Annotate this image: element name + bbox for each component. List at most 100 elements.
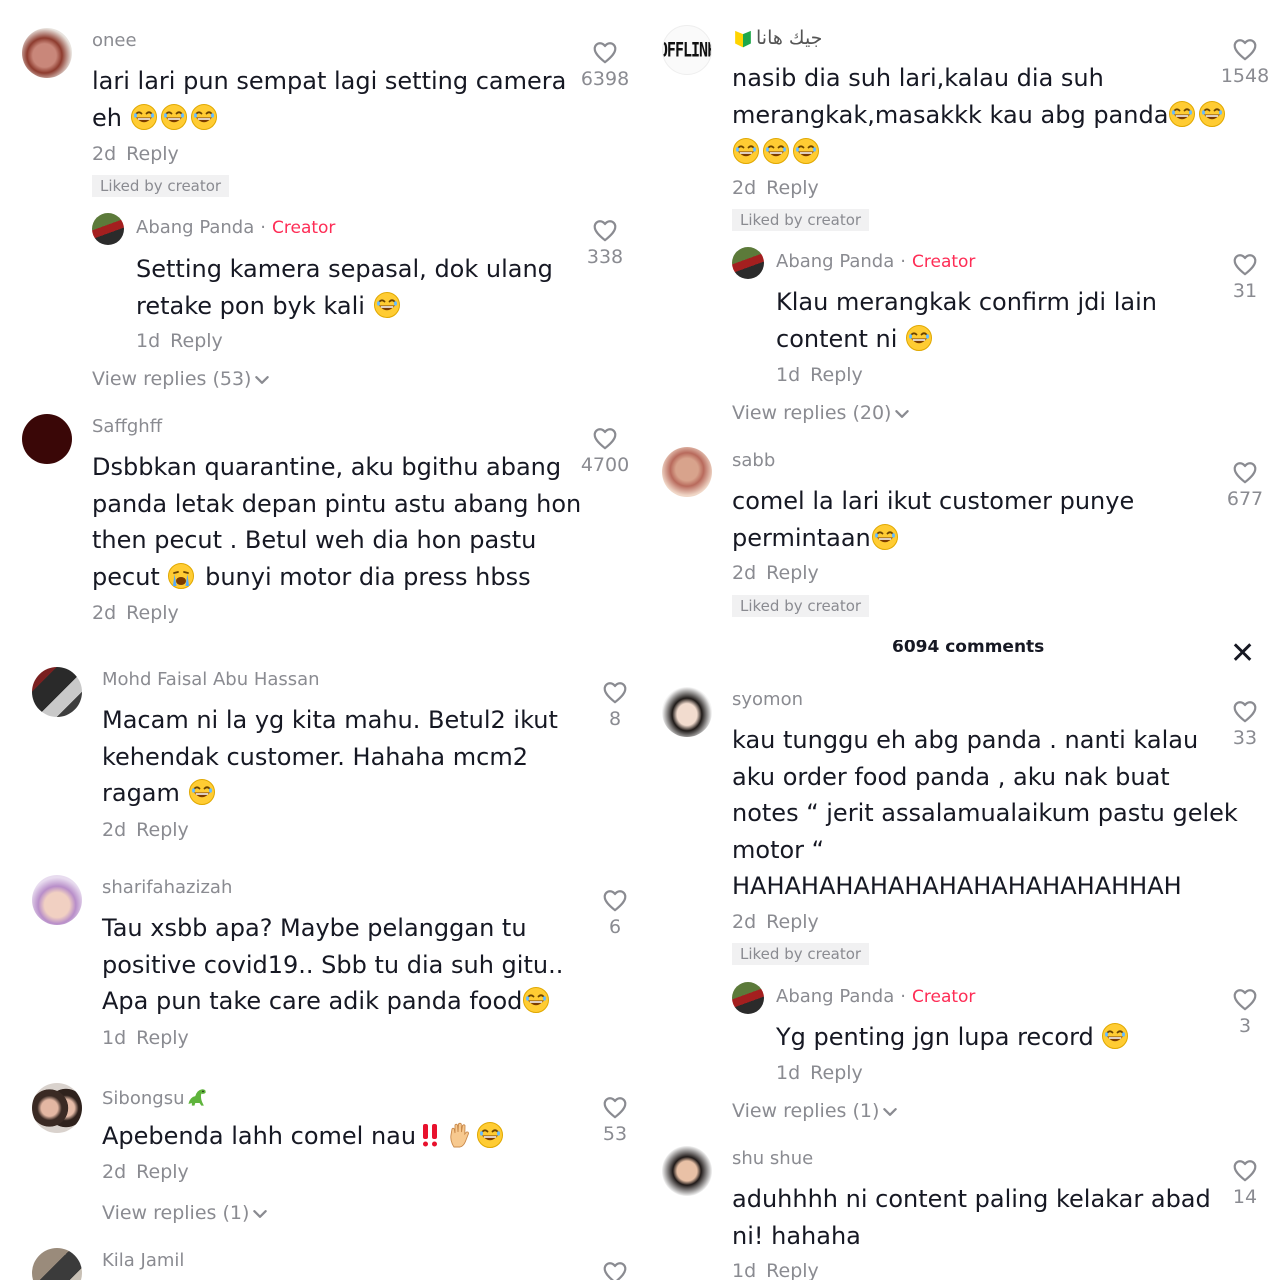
avatar-onee[interactable]: [22, 28, 72, 78]
like-count: 14: [1232, 1186, 1258, 1208]
heart-icon: [1232, 987, 1258, 1013]
heart-icon: [602, 680, 628, 706]
timestamp: 2d: [92, 602, 117, 624]
username[interactable]: Abang Panda: [776, 986, 894, 1007]
username[interactable]: جيك هانا: [732, 27, 822, 49]
view-replies-button[interactable]: View replies (20): [732, 402, 911, 424]
reply-text-line: content ni: [776, 321, 935, 358]
like-button[interactable]: 677: [1215, 460, 1275, 510]
heart-icon: [602, 1260, 628, 1280]
reply-button[interactable]: Reply: [766, 1260, 819, 1280]
comments-count-title: 6094 comments: [892, 640, 1045, 657]
timestamp: 1d: [102, 1027, 127, 1049]
username[interactable]: Mohd Faisal Abu Hassan: [102, 669, 320, 690]
like-button[interactable]: 14: [1215, 1158, 1275, 1208]
comment-text-line: comel la lari ikut customer punye: [732, 487, 1135, 515]
like-button[interactable]: 31: [1215, 252, 1275, 302]
avatar-shu-shue[interactable]: [662, 1146, 712, 1196]
beginner-badge-emoji: [732, 27, 754, 49]
comment-text-line: nasib dia suh lari,kalau dia suh: [732, 64, 1104, 92]
username[interactable]: Abang Panda: [136, 217, 254, 238]
laughing-emoji: [871, 523, 899, 551]
comment-text-line: Apebenda lahh comel nau: [102, 1118, 506, 1155]
like-count: 8: [608, 708, 622, 730]
laughing-emoji: [1198, 100, 1226, 128]
liked-by-creator-badge: Liked by creator: [92, 175, 230, 197]
username[interactable]: syomon: [732, 689, 803, 710]
avatar-saffghff[interactable]: [22, 414, 72, 464]
laughing-emoji: [188, 778, 216, 806]
avatar-abang-panda[interactable]: [732, 982, 764, 1014]
view-replies-button[interactable]: View replies (53): [92, 368, 271, 390]
username[interactable]: Sibongsu: [102, 1085, 211, 1109]
view-replies-button[interactable]: View replies (1): [732, 1100, 899, 1122]
view-replies-button[interactable]: View replies (1): [102, 1202, 269, 1224]
like-button[interactable]: 1548: [1215, 37, 1275, 87]
avatar-offline[interactable]: OFFLINE: [662, 25, 712, 75]
like-button[interactable]: 8: [585, 680, 640, 730]
like-button[interactable]: [585, 1260, 640, 1280]
like-button[interactable]: 33: [1215, 699, 1275, 749]
reply-button[interactable]: Reply: [170, 330, 223, 352]
reply-button[interactable]: Reply: [766, 177, 819, 199]
reply-text-line: Yg penting jgn lupa record: [776, 1019, 1131, 1056]
reply-button[interactable]: Reply: [810, 364, 863, 386]
heart-icon: [592, 218, 618, 244]
reply-button[interactable]: Reply: [810, 1062, 863, 1084]
like-count: 31: [1232, 280, 1258, 302]
creator-badge: Creator: [912, 252, 976, 272]
timestamp: 1d: [776, 364, 801, 386]
avatar-abang-panda[interactable]: [92, 213, 124, 245]
username[interactable]: sabb: [732, 450, 775, 471]
username[interactable]: onee: [92, 30, 137, 51]
comment-text-line: kehendak customer. Hahaha mcm2: [102, 743, 528, 771]
reply-button[interactable]: Reply: [126, 143, 179, 165]
avatar-sharifahazizah[interactable]: [32, 875, 82, 925]
username[interactable]: Kila Jamil: [102, 1250, 184, 1271]
comment-text-line: aduhhhh ni content paling kelakar abad: [732, 1185, 1211, 1213]
laughing-emoji: [1168, 100, 1196, 128]
avatar-sabb[interactable]: [662, 447, 712, 497]
reply-meta: 1d Reply: [136, 330, 223, 352]
avatar-abang-panda[interactable]: [732, 247, 764, 279]
laughing-emoji: [130, 103, 158, 131]
reply-button[interactable]: Reply: [136, 819, 189, 841]
laughing-emoji: [160, 103, 188, 131]
heart-icon: [592, 426, 618, 452]
username[interactable]: Abang Panda: [776, 251, 894, 272]
comment-meta: 2d Reply: [92, 143, 179, 165]
reply-button[interactable]: Reply: [126, 602, 179, 624]
comment-text-line: lari lari pun sempat lagi setting camera: [92, 67, 567, 95]
reply-button[interactable]: Reply: [766, 911, 819, 933]
reply-author: Abang Panda · Creator: [136, 217, 336, 238]
like-button[interactable]: 6: [585, 888, 640, 938]
comments-panel-1: onee lari lari pun sempat lagi setting c…: [0, 0, 640, 640]
username[interactable]: sharifahazizah: [102, 877, 232, 898]
avatar-sibongsu[interactable]: [32, 1083, 82, 1133]
comment-meta: 2d Reply: [732, 177, 819, 199]
username[interactable]: shu shue: [732, 1148, 813, 1169]
like-count: 4700: [580, 454, 630, 476]
like-button[interactable]: 4700: [575, 426, 635, 476]
reply-button[interactable]: Reply: [766, 562, 819, 584]
close-icon[interactable]: ✕: [1230, 640, 1255, 671]
raised-hand-emoji: [446, 1121, 474, 1149]
like-button[interactable]: 6398: [575, 40, 635, 90]
reply-button[interactable]: Reply: [136, 1161, 189, 1183]
comment-text-line: Macam ni la yg kita mahu. Betul2 ikut: [102, 706, 558, 734]
timestamp: 2d: [102, 1161, 127, 1183]
username[interactable]: Saffghff: [92, 416, 162, 437]
timestamp: 1d: [776, 1062, 801, 1084]
like-button[interactable]: 53: [585, 1095, 640, 1145]
comment-text-line: Apa pun take care adik panda food: [102, 983, 552, 1020]
reply-button[interactable]: Reply: [136, 1027, 189, 1049]
avatar-kila-jamil[interactable]: [32, 1248, 82, 1280]
like-button[interactable]: 3: [1215, 987, 1275, 1037]
like-button[interactable]: 338: [575, 218, 635, 268]
like-count: 3: [1238, 1015, 1252, 1037]
avatar-syomon[interactable]: [662, 687, 712, 737]
timestamp: 2d: [732, 177, 757, 199]
timestamp: 1d: [732, 1260, 757, 1280]
avatar-mohd-faisal[interactable]: [32, 667, 82, 717]
reply-text-line: Klau merangkak confirm jdi lain: [776, 288, 1157, 316]
